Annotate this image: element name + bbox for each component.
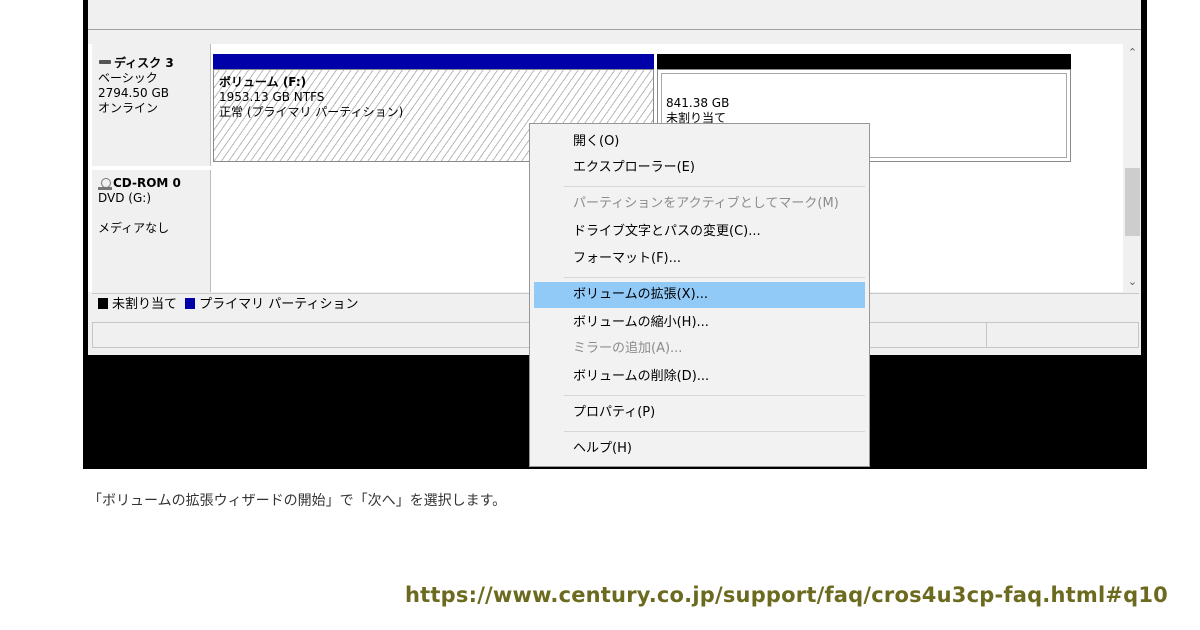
- menu-item-delete-volume[interactable]: ボリュームの削除(D)...: [534, 364, 865, 390]
- menu-item-extend-volume[interactable]: ボリュームの拡張(X)...: [534, 282, 865, 308]
- partition-f-label: ボリューム (F:): [219, 75, 307, 89]
- primary-partition-bar: [213, 54, 654, 69]
- status-divider: [986, 323, 987, 347]
- cdrom-type: DVD (G:): [98, 191, 151, 205]
- disk-3-status: オンライン: [98, 101, 159, 115]
- menu-item-add-mirror: ミラーの追加(A)...: [573, 341, 683, 356]
- disk-3-type: ベーシック: [98, 71, 158, 85]
- menu-separator: [564, 431, 865, 432]
- menu-separator: [564, 277, 865, 278]
- menu-separator: [564, 395, 865, 396]
- menu-item-explorer[interactable]: エクスプローラー(E): [534, 155, 865, 181]
- partition-f-size: 1953.13 GB NTFS: [219, 90, 325, 104]
- scroll-thumb[interactable]: [1125, 168, 1140, 236]
- partition-f-status: 正常 (プライマリ パーティション): [219, 105, 404, 119]
- cdrom-label[interactable]: CD-ROM 0 DVD (G:) メディアなし: [92, 170, 211, 292]
- menu-item-open[interactable]: 開く(O): [534, 129, 865, 155]
- legend-unallocated: 未割り当て: [112, 297, 178, 312]
- menu-item-format[interactable]: フォーマット(F)...: [534, 246, 865, 272]
- legend-primary-swatch: [185, 298, 196, 309]
- vertical-scrollbar[interactable]: ⌃ ⌄: [1124, 44, 1141, 292]
- chevron-down-icon[interactable]: ⌄: [1124, 273, 1141, 290]
- context-menu: 開く(O) エクスプローラー(E) パーティションをアクティブとしてマーク(M)…: [529, 123, 870, 467]
- caption-text: 「ボリュームの拡張ウィザードの開始」で「次へ」を選択します。: [88, 493, 507, 509]
- chevron-up-icon[interactable]: ⌃: [1124, 44, 1141, 61]
- menu-item-properties[interactable]: プロパティ(P): [534, 400, 865, 426]
- menu-item-mark-active: パーティションをアクティブとしてマーク(M): [573, 196, 839, 211]
- unallocated-bar: [657, 54, 1071, 69]
- menu-item-change-drive-letter[interactable]: ドライブ文字とパスの変更(C)...: [534, 219, 865, 245]
- unallocated-text: 841.38 GB 未割り当て: [666, 96, 729, 126]
- disk-3-title: ディスク 3: [98, 56, 210, 71]
- divider: [88, 29, 1141, 30]
- cdrom-status: メディアなし: [98, 221, 170, 235]
- legend-primary: プライマリ パーティション: [199, 297, 359, 312]
- disk-3-size: 2794.50 GB: [98, 86, 169, 100]
- disk-3-label[interactable]: ディスク 3 ベーシック 2794.50 GB オンライン: [92, 44, 211, 166]
- hard-disk-icon: [99, 60, 111, 64]
- menu-item-shrink-volume[interactable]: ボリュームの縮小(H)...: [534, 310, 865, 336]
- legend-unallocated-swatch: [98, 298, 108, 309]
- cd-rom-icon: [98, 177, 112, 190]
- unallocated-size: 841.38 GB: [666, 96, 730, 110]
- menu-separator: [564, 186, 865, 187]
- menu-item-help[interactable]: ヘルプ(H): [534, 436, 865, 462]
- partition-f-text: ボリューム (F:) 1953.13 GB NTFS 正常 (プライマリ パーテ…: [219, 75, 403, 120]
- cdrom-title: CD-ROM 0: [98, 176, 210, 191]
- source-url[interactable]: https://www.century.co.jp/support/faq/cr…: [405, 583, 1168, 607]
